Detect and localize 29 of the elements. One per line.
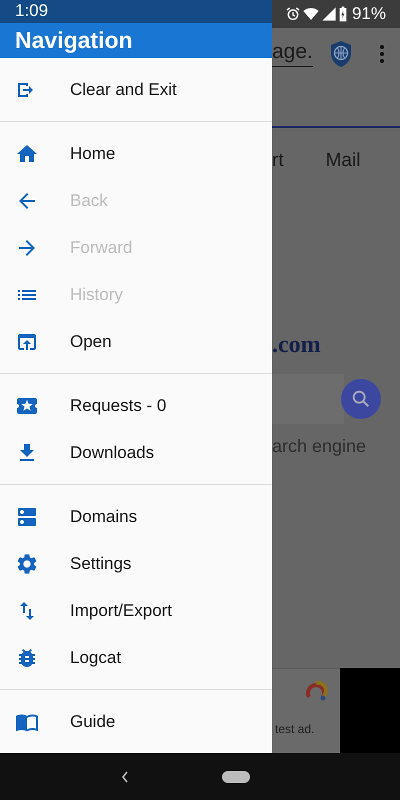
- drawer-title: Navigation: [15, 26, 133, 54]
- menu-item[interactable]: Domains: [0, 493, 272, 540]
- menu-item[interactable]: Settings: [0, 540, 272, 587]
- site-logo: .com: [272, 332, 322, 359]
- menu-item[interactable]: Guide: [0, 698, 272, 745]
- battery-percent: 91%: [352, 4, 386, 24]
- menu-item[interactable]: Open: [0, 318, 272, 365]
- menu-item[interactable]: Clear and Exit: [0, 66, 272, 113]
- status-time: 1:09: [15, 1, 48, 22]
- search-button[interactable]: [341, 379, 381, 419]
- battery-icon: [338, 6, 347, 22]
- menu-item[interactable]: Requests - 0: [0, 382, 272, 429]
- search-engine-text: arch engine: [272, 436, 368, 457]
- wifi-icon: [302, 6, 319, 22]
- more-options-icon[interactable]: [378, 44, 385, 64]
- alarm-icon: [284, 6, 301, 22]
- signal-icon: [320, 6, 337, 22]
- settings-icon: [15, 552, 39, 576]
- menu-item[interactable]: Home: [0, 130, 272, 177]
- ad-logo-icon: [304, 679, 328, 703]
- ad-text: test ad.: [275, 722, 314, 736]
- menu-item[interactable]: Logcat: [0, 634, 272, 681]
- menu-item[interactable]: Downloads: [0, 429, 272, 476]
- home-pill[interactable]: [222, 770, 250, 782]
- back-icon[interactable]: [120, 768, 130, 784]
- menu-item[interactable]: Import/Export: [0, 587, 272, 634]
- search-icon: [350, 388, 372, 410]
- search-field[interactable]: [272, 374, 344, 424]
- shield-globe-icon[interactable]: [328, 40, 353, 68]
